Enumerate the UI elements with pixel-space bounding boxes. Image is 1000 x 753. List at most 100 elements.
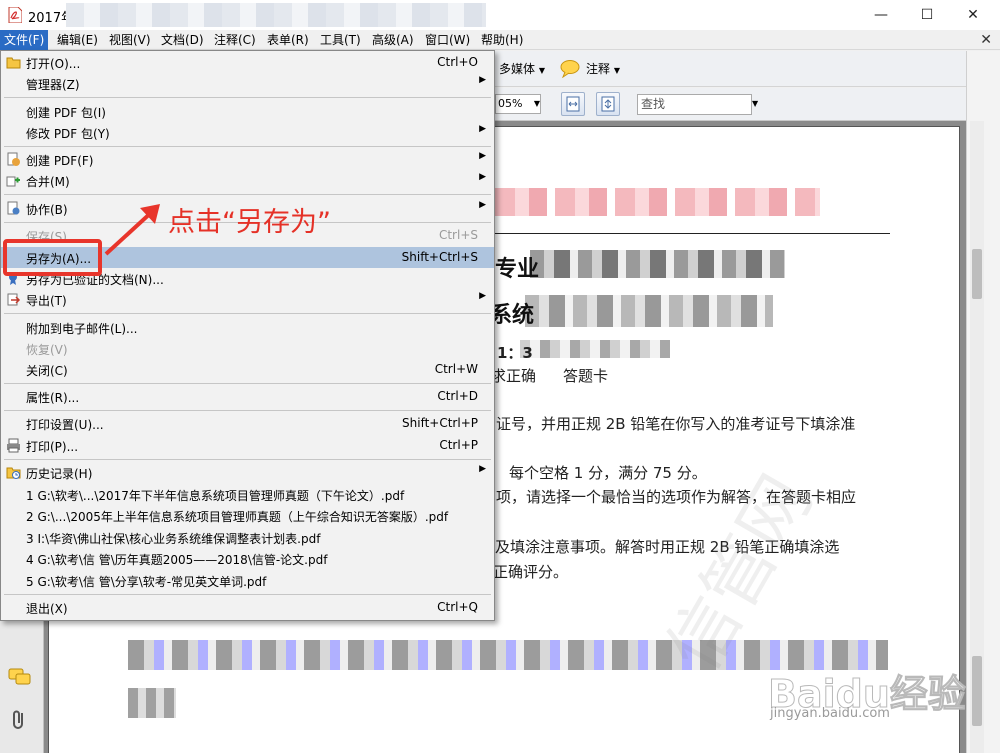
recent-file-item[interactable]: 4 G:\软考\信 管\历年真题2005——2018\信管-论文.pdf <box>1 548 494 569</box>
menu-comment[interactable]: 注释(C) <box>210 30 260 50</box>
submenu-arrow-icon: ▶ <box>479 464 486 474</box>
fit-width-button[interactable] <box>561 92 585 116</box>
folder-open-icon <box>6 57 21 69</box>
menu-history-label: 历史记录(H) <box>26 467 93 481</box>
close-icon[interactable]: ✕ <box>950 0 996 30</box>
comment-button[interactable]: 注释 ▼ <box>586 60 620 77</box>
menu-open-label: 打开(O)... <box>26 57 81 71</box>
doc-close-icon[interactable]: ✕ <box>980 32 992 48</box>
submenu-arrow-icon: ▶ <box>479 151 486 161</box>
menu-open[interactable]: 打开(O)... Ctrl+O <box>1 52 494 73</box>
menu-print-shortcut: Ctrl+P <box>439 438 478 452</box>
recent-file-item[interactable]: 5 G:\软考\信 管\分享\软考-常见英文单词.pdf <box>1 570 494 591</box>
menu-export[interactable]: 导出(T) ▶ <box>1 289 494 310</box>
recent-file-item[interactable]: 1 G:\软考\...\2017年下半年信息系统项目管理师真题（下午论文）.pd… <box>1 484 494 505</box>
menu-help[interactable]: 帮助(H) <box>477 30 527 50</box>
menu-create-pdf-label: 创建 PDF(F) <box>26 154 94 168</box>
pdf-app-icon <box>8 7 22 23</box>
menu-close[interactable]: 关闭(C) Ctrl+W <box>1 359 494 380</box>
doc-line-b: 答题卡 <box>563 367 609 385</box>
history-icon <box>6 467 21 479</box>
doc-heading-1: 专业 <box>495 257 540 282</box>
menu-exit[interactable]: 退出(X) Ctrl+Q <box>1 597 494 618</box>
zoom-dropdown-icon[interactable]: ▼ <box>532 94 542 114</box>
submenu-arrow-icon: ▶ <box>479 75 486 85</box>
menu-modify-pdf-package[interactable]: 修改 PDF 包(Y) ▶ <box>1 122 494 143</box>
menu-document[interactable]: 文档(D) <box>157 30 208 50</box>
redacted-title-2 <box>525 295 773 327</box>
menu-create-pdf-package[interactable]: 创建 PDF 包(I) <box>1 101 494 122</box>
multimedia-button[interactable]: 多媒体 ▼ <box>499 60 545 77</box>
recent-file-item[interactable]: 3 I:\华资\佛山社保\核心业务系统维保调整表计划表.pdf <box>1 527 494 548</box>
menu-print-label: 打印(P)... <box>26 440 79 454</box>
doc-line-time: 1：3 <box>497 344 533 362</box>
menu-separator <box>4 459 491 460</box>
comments-panel-icon[interactable] <box>8 668 32 688</box>
menu-properties-label: 属性(R)... <box>26 391 80 405</box>
minimize-icon[interactable]: — <box>858 0 904 30</box>
fit-page-button[interactable] <box>596 92 620 116</box>
menu-separator <box>4 146 491 147</box>
menu-separator <box>4 383 491 384</box>
menu-properties[interactable]: 属性(R)... Ctrl+D <box>1 386 494 407</box>
watermark-url: jingyan.baidu.com <box>770 706 890 721</box>
menu-view[interactable]: 视图(V) <box>105 30 155 50</box>
recent-file-item[interactable]: 2 G:\...\2005年上半年信息系统项目管理师真题（上午综合知识无答案版）… <box>1 505 494 526</box>
menu-separator <box>4 594 491 595</box>
recent-file-label: 5 G:\软考\信 管\分享\软考-常见英文单词.pdf <box>26 575 267 589</box>
recent-file-label: 3 I:\华资\佛山社保\核心业务系统维保调整表计划表.pdf <box>26 532 321 546</box>
menu-history[interactable]: 历史记录(H) ▶ <box>1 462 494 483</box>
menu-modify-package-label: 修改 PDF 包(Y) <box>26 127 110 141</box>
menu-print-setup-shortcut: Shift+Ctrl+P <box>402 416 478 430</box>
redacted-heading <box>495 188 820 216</box>
menu-create-pdf[interactable]: 创建 PDF(F) ▶ <box>1 149 494 170</box>
fit-width-icon <box>566 96 580 112</box>
create-pdf-icon <box>7 152 20 166</box>
menu-create-package-label: 创建 PDF 包(I) <box>26 106 106 120</box>
redacted-title-1 <box>530 250 785 278</box>
redacted-line-1 <box>520 340 670 358</box>
menu-tools[interactable]: 工具(T) <box>316 30 365 50</box>
export-icon <box>7 293 21 306</box>
maximize-icon[interactable]: ☐ <box>904 0 950 30</box>
doc-heading-2: 系统 <box>490 303 535 328</box>
menu-file[interactable]: 文件(F) <box>0 30 49 50</box>
find-input[interactable]: 查找 <box>637 94 752 115</box>
menu-merge[interactable]: 合并(M) ▶ <box>1 170 494 191</box>
fit-page-icon <box>601 96 615 112</box>
find-dropdown-icon[interactable]: ▼ <box>752 99 758 108</box>
menu-properties-shortcut: Ctrl+D <box>437 389 478 403</box>
menu-organizer-label: 管理器(Z) <box>26 78 80 92</box>
menu-separator <box>4 410 491 411</box>
menu-print[interactable]: 打印(P)... Ctrl+P <box>1 435 494 456</box>
menu-advanced[interactable]: 高级(A) <box>368 30 418 50</box>
menu-save-shortcut: Ctrl+S <box>438 228 478 242</box>
highlight-box <box>3 239 102 276</box>
vertical-scrollbar[interactable] <box>970 121 984 753</box>
redacted-fragment <box>128 688 176 718</box>
menu-exit-shortcut: Ctrl+Q <box>437 600 478 614</box>
menu-attach-email[interactable]: 附加到电子邮件(L)... <box>1 317 494 338</box>
arrow-icon <box>104 204 160 256</box>
printer-icon <box>7 438 20 453</box>
menu-window[interactable]: 窗口(W) <box>421 30 474 50</box>
annotation-text: 点击“另存为” <box>168 207 331 238</box>
page-rule <box>452 233 890 234</box>
menu-separator <box>4 97 491 98</box>
menu-forms[interactable]: 表单(R) <box>263 30 313 50</box>
menu-edit[interactable]: 编辑(E) <box>53 30 102 50</box>
menu-close-label: 关闭(C) <box>26 364 68 378</box>
scrollbar-thumb-lower[interactable] <box>972 656 982 726</box>
menu-print-setup[interactable]: 打印设置(U)... Shift+Ctrl+P <box>1 413 494 434</box>
menu-bar: 文件(F) 编辑(E) 视图(V) 文档(D) 注释(C) 表单(R) 工具(T… <box>0 30 1000 50</box>
title-bar: 2017年 — ☐ ✕ <box>0 0 1000 30</box>
menu-organizer[interactable]: 管理器(Z) ▶ <box>1 73 494 94</box>
menu-save-as-shortcut: Shift+Ctrl+S <box>401 250 478 264</box>
comment-label: 注释 <box>586 62 611 76</box>
attachment-icon[interactable] <box>10 708 28 732</box>
file-menu-dropdown: 打开(O)... Ctrl+O 管理器(Z) ▶ 创建 PDF 包(I) 修改 … <box>0 50 495 621</box>
scrollbar-thumb[interactable] <box>972 249 982 299</box>
submenu-arrow-icon: ▶ <box>479 291 486 301</box>
multimedia-label: 多媒体 <box>499 62 536 76</box>
menu-print-setup-label: 打印设置(U)... <box>26 418 104 432</box>
